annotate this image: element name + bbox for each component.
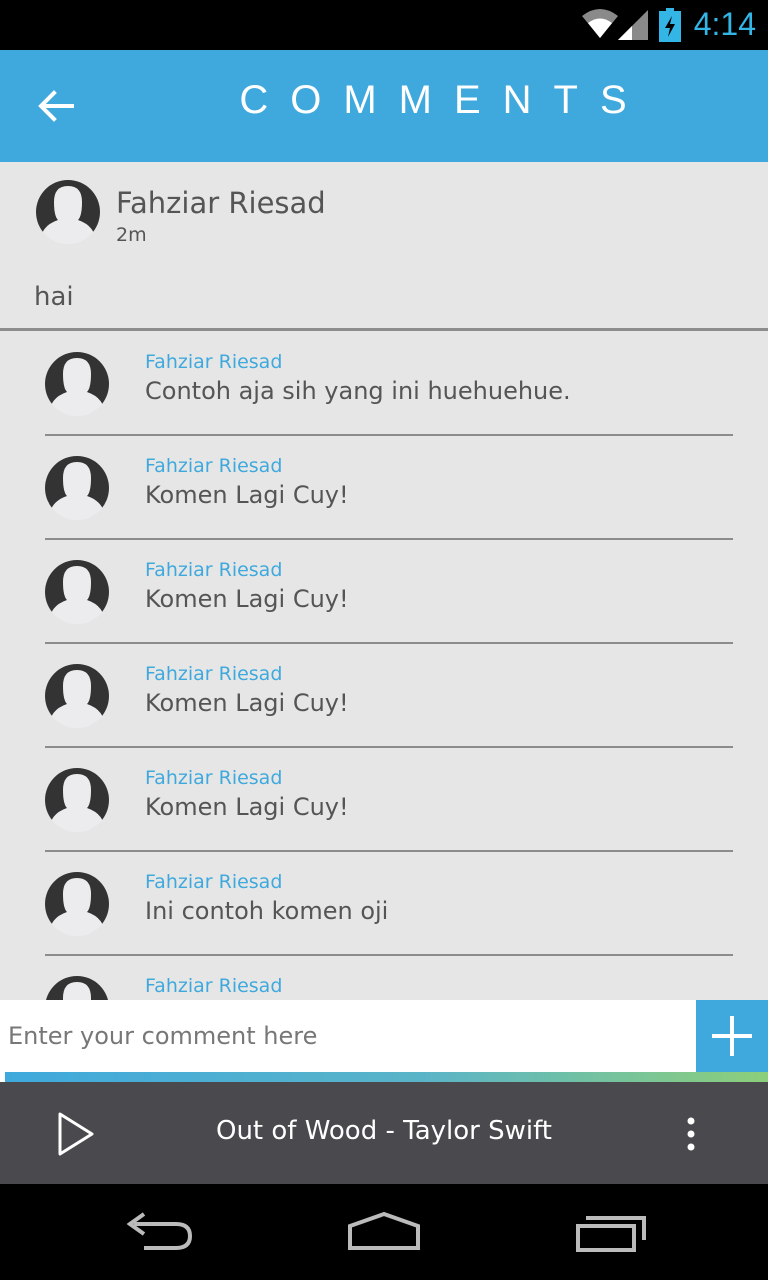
comment-author[interactable]: Fahziar Riesad bbox=[145, 559, 282, 581]
comment-text: Contoh aja sih yang ini huehuehue. bbox=[145, 377, 571, 405]
playback-progress[interactable] bbox=[0, 1072, 768, 1090]
avatar bbox=[45, 352, 109, 416]
comment-text: Komen Lagi Cuy! bbox=[145, 585, 349, 613]
nav-back-icon[interactable] bbox=[124, 1210, 196, 1254]
avatar bbox=[45, 976, 109, 1000]
avatar bbox=[36, 180, 100, 244]
post-header: Fahziar Riesad 2m hai bbox=[0, 162, 768, 331]
comment-text: Ini contoh komen oji bbox=[145, 897, 389, 925]
track-title: Out of Wood - Taylor Swift bbox=[215, 1116, 552, 1146]
avatar bbox=[45, 872, 109, 936]
avatar bbox=[45, 768, 109, 832]
avatar bbox=[45, 560, 109, 624]
wifi-icon bbox=[582, 9, 618, 38]
avatar bbox=[45, 456, 109, 520]
status-bar: 4:14 bbox=[0, 0, 768, 50]
comment-text: Komen Lagi Cuy! bbox=[145, 689, 349, 717]
comment-author[interactable]: Fahziar Riesad bbox=[145, 351, 282, 373]
plus-icon bbox=[712, 1016, 752, 1056]
post-author: Fahziar Riesad bbox=[116, 186, 326, 220]
status-time: 4:14 bbox=[693, 6, 756, 42]
comments-content[interactable]: Fahziar Riesad 2m hai Fahziar Riesad Con… bbox=[0, 162, 768, 1000]
add-comment-button[interactable] bbox=[696, 1000, 768, 1072]
list-item[interactable]: Fahziar Riesad Komen Lagi Cuy! bbox=[0, 644, 768, 748]
signal-icon bbox=[618, 10, 648, 40]
battery-icon bbox=[659, 8, 681, 42]
comment-author[interactable]: Fahziar Riesad bbox=[145, 455, 282, 477]
comment-author[interactable]: Fahziar Riesad bbox=[145, 975, 282, 997]
music-player: Out of Wood - Taylor Swift bbox=[0, 1082, 768, 1184]
nav-home-icon[interactable] bbox=[346, 1210, 422, 1254]
comment-list[interactable]: Fahziar Riesad Contoh aja sih yang ini h… bbox=[0, 332, 768, 1000]
comment-author[interactable]: Fahziar Riesad bbox=[145, 767, 282, 789]
comment-text: Komen Lagi Cuy! bbox=[145, 793, 349, 821]
list-item[interactable]: Fahziar Riesad Komen Lagi Cuy! bbox=[0, 540, 768, 644]
list-item[interactable]: Fahziar Riesad Komen Lagi Cuy! bbox=[0, 436, 768, 540]
list-item[interactable]: Fahziar Riesad Ini contoh komen oji bbox=[0, 852, 768, 956]
overflow-menu-icon[interactable] bbox=[680, 1116, 702, 1152]
comment-author[interactable]: Fahziar Riesad bbox=[145, 871, 282, 893]
post-text: hai bbox=[34, 282, 74, 312]
app-bar: COMMENTS bbox=[0, 50, 768, 162]
divider bbox=[0, 328, 768, 331]
post-time: 2m bbox=[116, 224, 147, 246]
list-item[interactable]: Fahziar Riesad bbox=[0, 956, 768, 1000]
avatar bbox=[45, 664, 109, 728]
nav-recents-icon[interactable] bbox=[574, 1210, 648, 1254]
system-nav-bar bbox=[0, 1184, 768, 1280]
list-item[interactable]: Fahziar Riesad Contoh aja sih yang ini h… bbox=[0, 332, 768, 436]
page-title: COMMENTS bbox=[239, 78, 649, 122]
comment-input-bar bbox=[0, 1000, 768, 1072]
comment-text: Komen Lagi Cuy! bbox=[145, 481, 349, 509]
list-item[interactable]: Fahziar Riesad Komen Lagi Cuy! bbox=[0, 748, 768, 852]
comment-input[interactable] bbox=[0, 1000, 696, 1072]
comment-author[interactable]: Fahziar Riesad bbox=[145, 663, 282, 685]
